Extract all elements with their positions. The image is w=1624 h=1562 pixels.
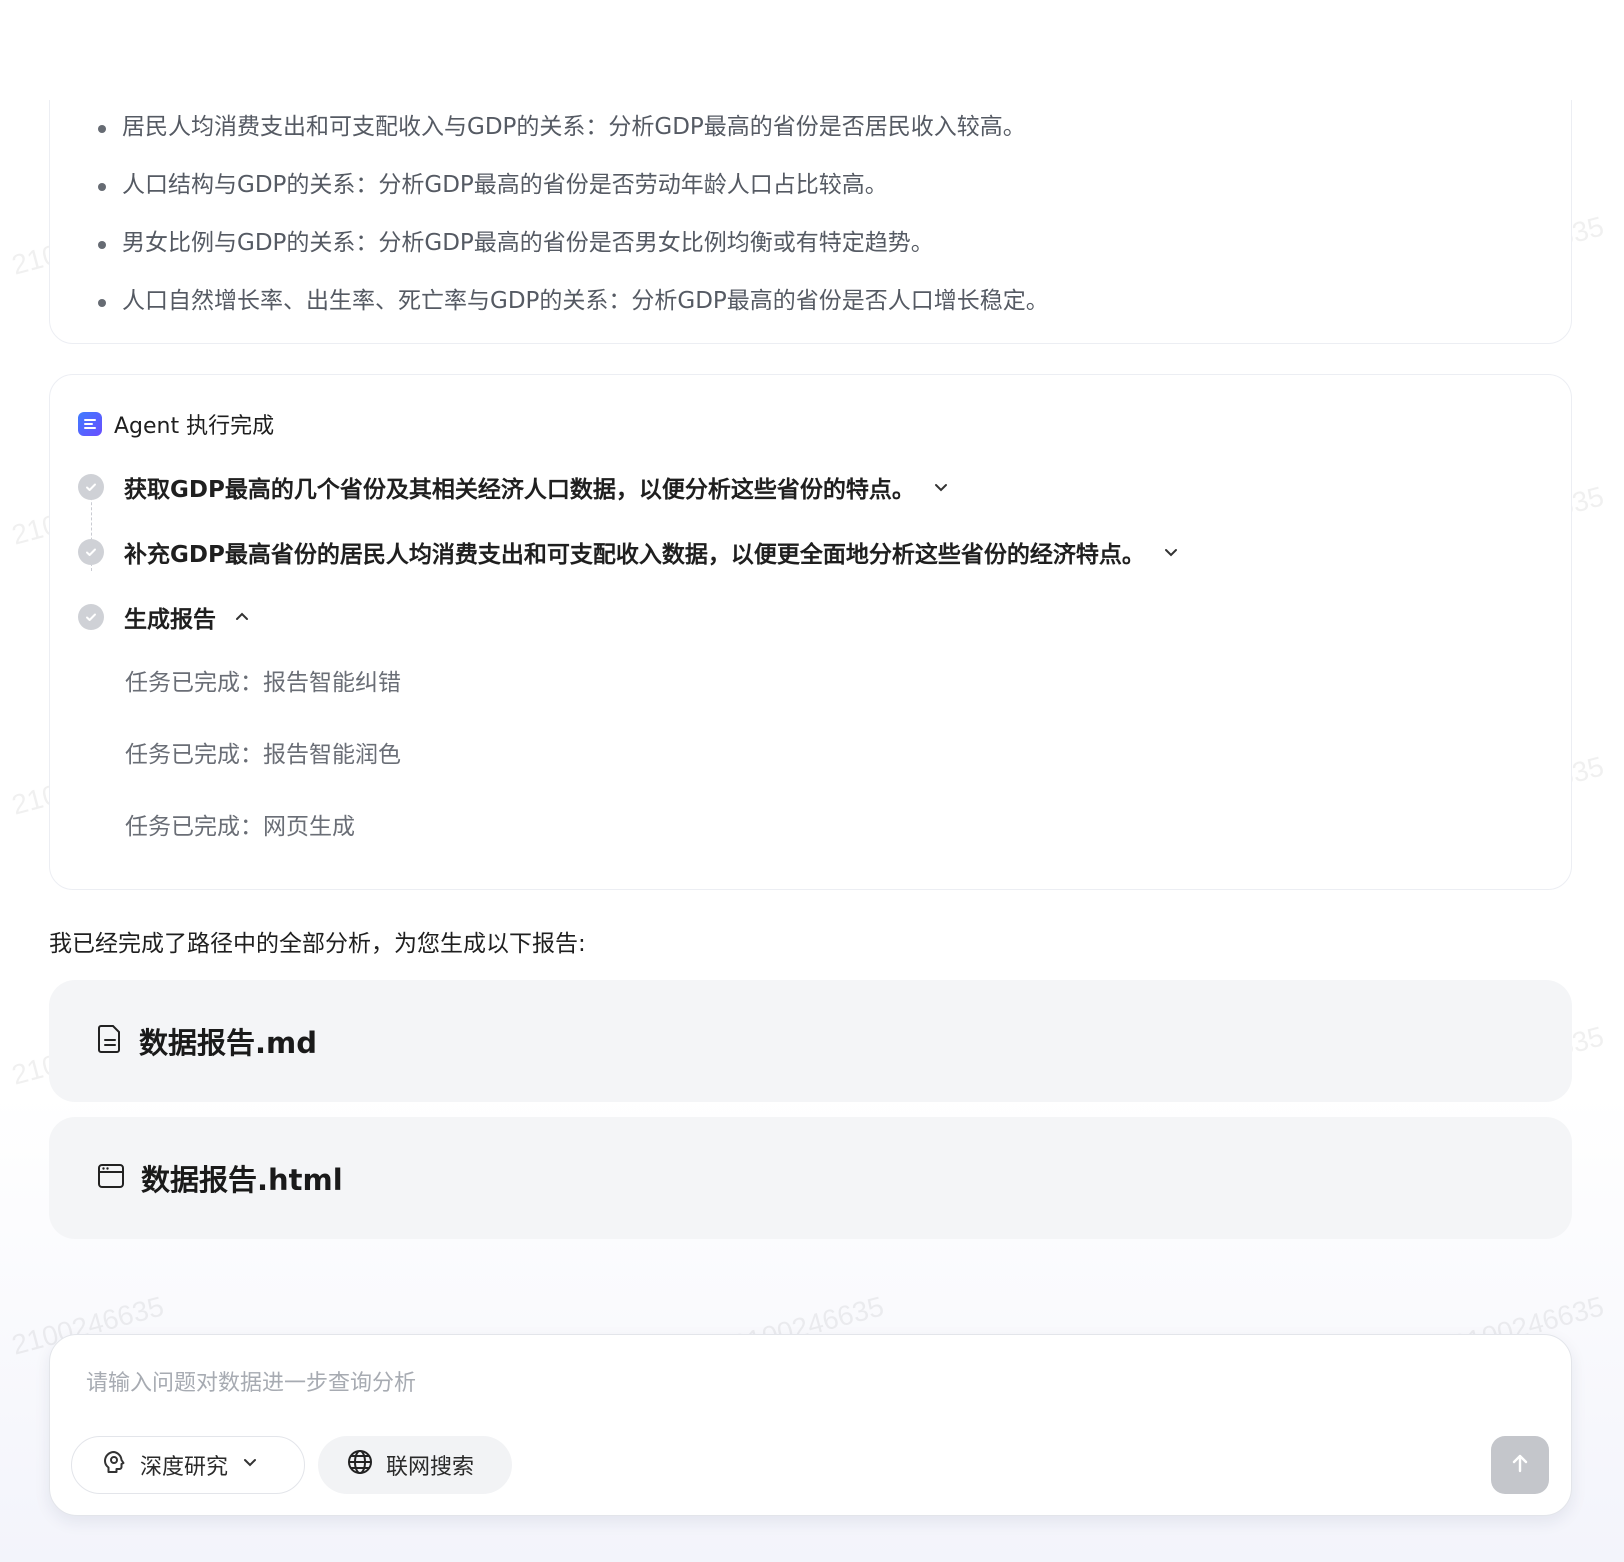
web-search-label: 联网搜索 [386, 1455, 475, 1480]
subtask-item: 任务已完成：网页生成 [125, 814, 355, 840]
question-input[interactable]: 请输入问题对数据进一步查询分析 [86, 1365, 416, 1397]
agent-header: Agent 执行完成 [78, 408, 274, 440]
subtask-item: 任务已完成：报告智能纠错 [125, 670, 401, 696]
list-item: 人口自然增长率、出生率、死亡率与GDP的关系：分析GDP最高的省份是否人口增长稳… [98, 288, 1049, 346]
web-search-toggle[interactable]: 联网搜索 [318, 1436, 512, 1494]
step-label: 生成报告 [124, 607, 216, 633]
send-button[interactable] [1491, 1436, 1549, 1494]
agent-execution-card: Agent 执行完成 获取GDP最高的几个省份及其相关经济人口数据，以便分析这些… [49, 374, 1572, 890]
deep-research-dropdown[interactable]: 深度研究 [71, 1436, 305, 1494]
step-label: 补充GDP最高省份的居民人均消费支出和可支配收入数据，以便更全面地分析这些省份的… [124, 542, 1145, 568]
chevron-up-icon[interactable] [232, 607, 252, 627]
list-item: 居民人均消费支出和可支配收入与GDP的关系：分析GDP最高的省份是否居民收入较高… [98, 114, 1049, 172]
subtask-item: 任务已完成：报告智能润色 [125, 742, 401, 768]
chat-page: 2100246635 2100246635 2100246635 2100246… [0, 0, 1624, 1562]
check-circle-icon [78, 604, 104, 630]
brain-icon [100, 1448, 128, 1482]
check-circle-icon [78, 539, 104, 565]
chevron-down-icon [240, 1452, 260, 1478]
analysis-bullet-list: 居民人均消费支出和可支配收入与GDP的关系：分析GDP最高的省份是否居民收入较高… [98, 114, 1049, 346]
agent-logo-icon [78, 412, 102, 436]
check-circle-icon [78, 474, 104, 500]
agent-step-2[interactable]: 补充GDP最高省份的居民人均消费支出和可支配收入数据，以便更全面地分析这些省份的… [78, 535, 1181, 569]
browser-window-icon [97, 1163, 125, 1193]
agent-step-3[interactable]: 生成报告 [78, 600, 252, 634]
chevron-down-icon[interactable] [1161, 542, 1181, 562]
agent-step-1[interactable]: 获取GDP最高的几个省份及其相关经济人口数据，以便分析这些省份的特点。 [78, 470, 951, 504]
agent-status-title: Agent 执行完成 [114, 414, 275, 439]
chevron-down-icon[interactable] [931, 477, 951, 497]
assistant-summary-text: 我已经完成了路径中的全部分析，为您生成以下报告: [49, 931, 586, 957]
file-name: 数据报告.html [141, 1163, 343, 1197]
step-label: 获取GDP最高的几个省份及其相关经济人口数据，以便分析这些省份的特点。 [124, 477, 915, 503]
file-card-html[interactable]: 数据报告.html [49, 1117, 1572, 1239]
chat-input-box: 请输入问题对数据进一步查询分析 深度研究 联网搜索 [49, 1334, 1572, 1516]
deep-research-label: 深度研究 [140, 1455, 229, 1480]
file-name: 数据报告.md [139, 1026, 317, 1060]
arrow-up-icon [1508, 1451, 1532, 1479]
list-item: 人口结构与GDP的关系：分析GDP最高的省份是否劳动年龄人口占比较高。 [98, 172, 1049, 230]
top-header-fade [0, 0, 1624, 100]
list-item: 男女比例与GDP的关系：分析GDP最高的省份是否男女比例均衡或有特定趋势。 [98, 230, 1049, 288]
document-icon [97, 1024, 123, 1058]
globe-icon [346, 1448, 374, 1482]
file-card-md[interactable]: 数据报告.md [49, 980, 1572, 1102]
